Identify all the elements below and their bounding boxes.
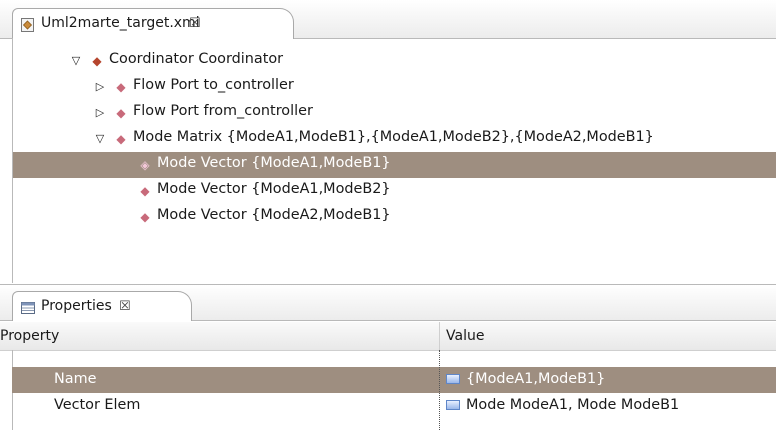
tree-node-label: Flow Port to_controller	[133, 77, 294, 93]
editor-pane: Uml2marte_target.xmi ☒ ▽ ◆ Coordinator C…	[0, 0, 776, 283]
collapsed-twisty-icon[interactable]: ▷	[93, 106, 107, 120]
tree-node-label: Mode Vector {ModeA1,ModeB2}	[157, 181, 391, 197]
tree-node-label: Coordinator Coordinator	[109, 51, 284, 67]
tree-node-mode-vector-selected[interactable]: ◈ Mode Vector {ModeA1,ModeB1}	[13, 152, 776, 178]
tree-node-mode-vector[interactable]: ◆ Mode Vector {ModeA1,ModeB2}	[13, 178, 776, 204]
close-icon[interactable]: ☒	[119, 299, 131, 314]
tree-node-flow-port-from[interactable]: ▷ ◆ Flow Port from_controller	[13, 100, 776, 126]
vector-diamond-icon: ◆	[140, 210, 150, 224]
property-value: {ModeA1,ModeB1}	[466, 371, 606, 387]
port-diamond-icon: ◆	[116, 106, 126, 120]
expanded-twisty-icon[interactable]: ▽	[69, 54, 83, 68]
property-name: Vector Elem	[54, 397, 141, 413]
tree-node-label: Mode Vector {ModeA2,ModeB1}	[157, 207, 391, 223]
properties-tab-bar: Properties ☒	[0, 285, 776, 321]
editor-tab-bar: Uml2marte_target.xmi ☒	[0, 0, 776, 39]
editor-tab[interactable]: Uml2marte_target.xmi ☒	[12, 8, 294, 39]
tree-node-mode-matrix[interactable]: ▽ ◆ Mode Matrix {ModeA1,ModeB1},{ModeA1,…	[13, 126, 776, 152]
property-value-cell[interactable]: Mode ModeA1, Mode ModeB1	[446, 397, 679, 413]
tree-node-label: Mode Matrix {ModeA1,ModeB1},{ModeA1,Mode…	[133, 129, 654, 145]
properties-table-header: Property Value	[0, 322, 776, 351]
tree-node-mode-vector[interactable]: ◆ Mode Vector {ModeA2,ModeB1}	[13, 204, 776, 230]
properties-table-icon	[21, 302, 35, 314]
property-value-cell[interactable]: {ModeA1,ModeB1}	[446, 371, 605, 387]
column-separator[interactable]	[439, 322, 440, 350]
class-diamond-icon: ◆	[92, 54, 102, 68]
tree-node-label: Flow Port from_controller	[133, 103, 313, 119]
column-header-value[interactable]: Value	[446, 328, 484, 344]
properties-tab-label: Properties	[41, 298, 112, 314]
properties-pane: Properties ☒ Property Value Name {ModeA1…	[0, 284, 776, 430]
property-row-name[interactable]: Name {ModeA1,ModeB1}	[12, 367, 776, 393]
column-divider	[439, 350, 440, 430]
xmi-file-icon	[21, 18, 34, 32]
property-value: Mode ModeA1, Mode ModeB1	[466, 397, 680, 413]
port-diamond-icon: ◆	[116, 80, 126, 94]
tree-node-coordinator[interactable]: ▽ ◆ Coordinator Coordinator	[13, 48, 776, 74]
property-name: Name	[54, 371, 97, 387]
matrix-diamond-icon: ◆	[116, 132, 126, 146]
column-header-property[interactable]: Property	[0, 328, 59, 344]
text-value-icon	[446, 374, 460, 384]
vector-diamond-icon: ◈	[140, 158, 150, 172]
vector-diamond-icon: ◆	[140, 184, 150, 198]
expanded-twisty-icon[interactable]: ▽	[93, 132, 107, 146]
list-value-icon	[446, 400, 460, 410]
tree-node-label: Mode Vector {ModeA1,ModeB1}	[157, 155, 391, 171]
editor-tab-label: Uml2marte_target.xmi	[41, 15, 200, 31]
properties-tab[interactable]: Properties ☒	[12, 291, 192, 321]
collapsed-twisty-icon[interactable]: ▷	[93, 80, 107, 94]
property-row-vector-elem[interactable]: Vector Elem Mode ModeA1, Mode ModeB1	[12, 393, 776, 419]
tree-node-flow-port-to[interactable]: ▷ ◆ Flow Port to_controller	[13, 74, 776, 100]
close-icon[interactable]: ☒	[189, 16, 201, 31]
